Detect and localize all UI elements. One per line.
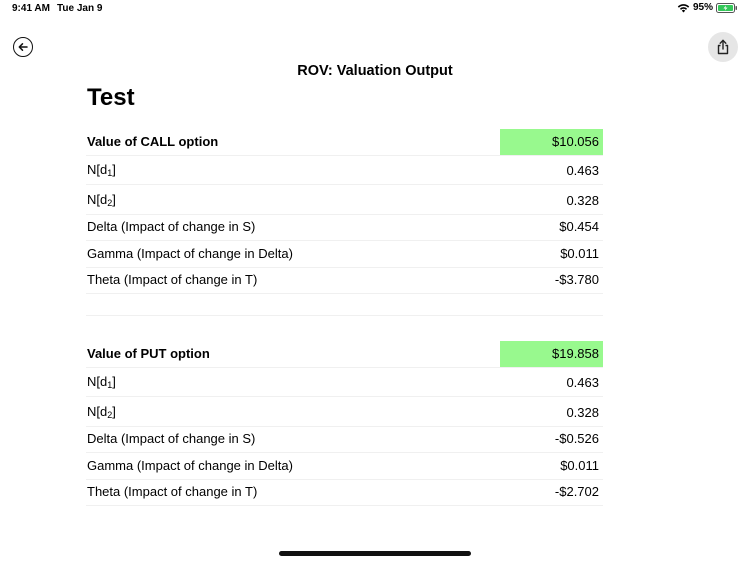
put-value-label: Value of PUT option: [87, 345, 210, 361]
section-divider: [86, 315, 603, 316]
table-row: Delta (Impact of change in S) -$0.526: [86, 427, 603, 453]
row-label: N[d1]: [87, 374, 116, 390]
nav-title: ROV: Valuation Output: [297, 63, 453, 79]
share-icon: [717, 39, 729, 55]
row-label: Theta (Impact of change in T): [87, 272, 258, 287]
table-row: Theta (Impact of change in T) -$2.702: [86, 480, 603, 506]
row-label: Delta (Impact of change in S): [87, 219, 256, 234]
share-button[interactable]: [708, 32, 738, 62]
put-option-table: Value of PUT option $19.858 N[d1] 0.463 …: [86, 341, 603, 506]
battery-charging-icon: [716, 2, 738, 13]
row-value: -$3.780: [554, 272, 599, 287]
row-label: Gamma (Impact of change in Delta): [87, 245, 293, 261]
status-bar: 9:41 AM Tue Jan 9 95%: [0, 0, 750, 18]
table-row: Gamma (Impact of change in Delta) $0.011: [86, 241, 603, 268]
row-label: N[d2]: [87, 403, 116, 420]
call-value-label: Value of CALL option: [87, 133, 219, 149]
row-label: Theta (Impact of change in T): [87, 484, 258, 499]
home-indicator[interactable]: [279, 551, 471, 556]
row-value: 0.463: [566, 163, 599, 178]
battery-percent: 95%: [692, 2, 713, 13]
row-value: -$2.702: [554, 484, 599, 499]
call-option-table: Value of CALL option $10.056 N[d1] 0.463…: [86, 129, 603, 294]
row-label: N[d1]: [87, 162, 116, 178]
row-value: 0.463: [566, 375, 599, 390]
table-row: N[d2] 0.328: [86, 185, 603, 215]
status-date: Tue Jan 9: [57, 3, 103, 14]
put-value-row: Value of PUT option $19.858: [86, 341, 603, 368]
page-title: Test: [87, 84, 135, 111]
row-label: Delta (Impact of change in S): [87, 431, 256, 446]
table-row: Delta (Impact of change in S) $0.454: [86, 215, 603, 241]
table-row: N[d2] 0.328: [86, 397, 603, 427]
put-value: $19.858: [552, 345, 599, 361]
wifi-icon: [677, 3, 690, 13]
row-label: Gamma (Impact of change in Delta): [87, 457, 293, 473]
table-row: N[d1] 0.463: [86, 156, 603, 185]
back-button[interactable]: [13, 37, 33, 57]
row-value: $0.011: [560, 457, 599, 473]
call-value-row: Value of CALL option $10.056: [86, 129, 603, 156]
table-row: Theta (Impact of change in T) -$3.780: [86, 268, 603, 294]
row-value: 0.328: [566, 404, 599, 420]
arrow-left-icon: [18, 43, 28, 51]
table-row: Gamma (Impact of change in Delta) $0.011: [86, 453, 603, 480]
call-value: $10.056: [552, 133, 599, 149]
row-value: -$0.526: [554, 431, 599, 446]
status-indicators: 95%: [677, 2, 738, 13]
row-value: $0.011: [560, 245, 599, 261]
row-label: N[d2]: [87, 191, 116, 208]
status-time: 9:41 AM: [12, 3, 50, 14]
row-value: 0.328: [566, 192, 599, 208]
row-value: $0.454: [559, 219, 599, 234]
table-row: N[d1] 0.463: [86, 368, 603, 397]
